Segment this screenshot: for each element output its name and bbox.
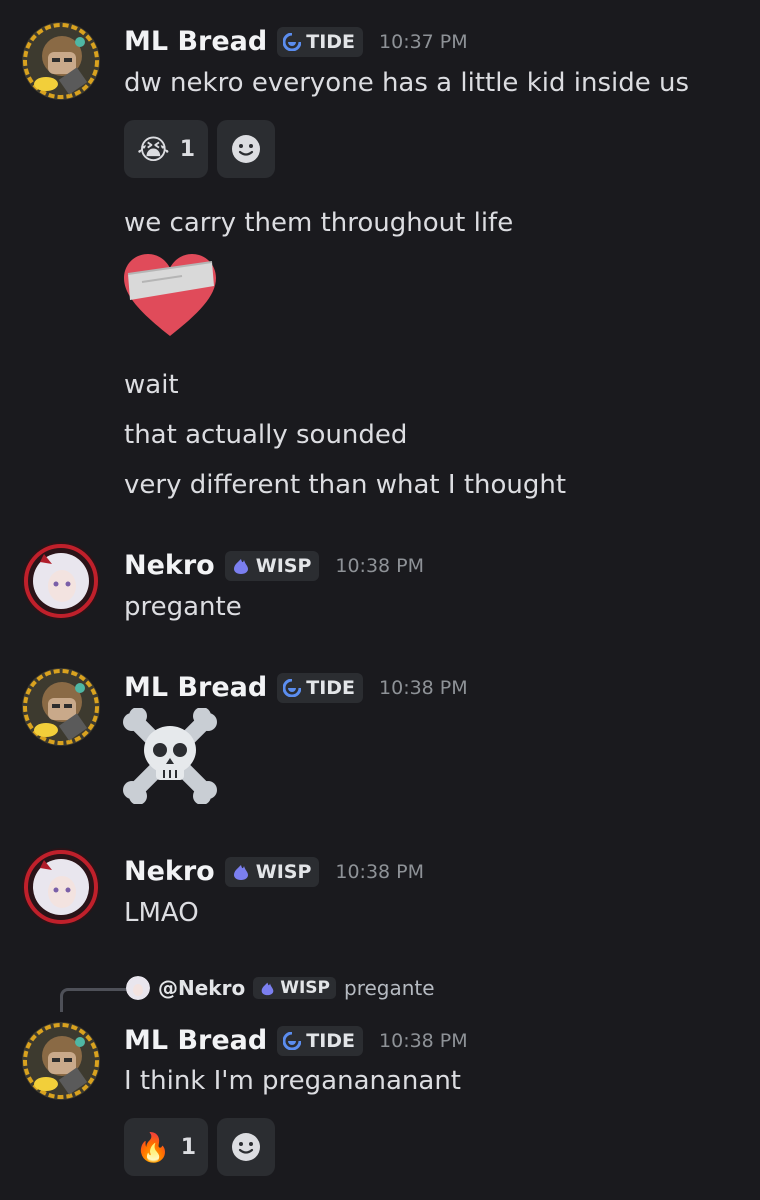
message-text: pregante [124,592,242,622]
smiley-icon [232,135,260,163]
tide-icon [283,1031,302,1050]
message-text: dw nekro everyone has a little kid insid… [124,68,690,98]
avatar-nekro[interactable] [22,848,100,926]
tide-icon [283,678,302,697]
author-name[interactable]: ML Bread [124,672,267,703]
message-text: that actually sounded [124,420,408,450]
timestamp: 10:38 PM [379,676,468,699]
reaction-count: 1 [179,136,196,162]
clan-tag[interactable]: TIDE [277,672,364,703]
loudly-crying-emoji-icon: 😭 [136,132,170,166]
reply-preview[interactable]: @Nekro WISP pregante [126,976,435,1000]
reply-avatar [126,976,150,1000]
reaction-count: 1 [180,1134,197,1160]
timestamp: 10:38 PM [335,554,425,577]
wisp-icon [233,558,248,574]
author-name[interactable]: ML Bread [124,26,267,57]
message-text: wait [124,370,179,400]
timestamp: 10:38 PM [379,1029,468,1052]
clan-tag[interactable]: WISP [224,856,320,887]
author-name[interactable]: Nekro [124,550,215,581]
avatar-ml-bread[interactable] [22,22,100,100]
reaction-button[interactable]: 🔥 1 [124,1118,208,1176]
reaction-button[interactable]: 😭 1 [124,120,208,178]
reply-clan-tag: WISP [253,977,336,999]
tide-icon [283,32,302,51]
avatar-nekro[interactable] [22,542,100,620]
skull-crossbones-emoji-icon [122,707,218,808]
fire-emoji-icon: 🔥 [135,1130,171,1164]
reply-text: pregante [344,976,435,1000]
wisp-icon [261,982,274,995]
author-name[interactable]: ML Bread [124,1025,267,1056]
author-name[interactable]: Nekro [124,856,215,887]
add-reaction-button[interactable] [217,120,275,178]
timestamp: 10:37 PM [379,30,468,53]
message-text: LMAO [124,898,199,928]
timestamp: 10:38 PM [335,860,425,883]
smiley-icon [232,1133,260,1161]
bandaged-heart-emoji-icon [122,252,218,344]
reply-connector [60,988,128,1012]
message-text: we carry them throughout life [124,208,514,238]
wisp-icon [233,864,248,880]
message-text: very different than what I thought [124,470,567,500]
clan-tag[interactable]: TIDE [277,1025,364,1056]
clan-tag[interactable]: WISP [224,550,320,581]
add-reaction-button[interactable] [217,1118,275,1176]
reply-mention[interactable]: @Nekro [158,976,245,1000]
message-text: I think I'm preganananant [124,1066,461,1096]
clan-tag[interactable]: TIDE [277,26,364,57]
avatar-ml-bread[interactable] [22,668,100,746]
avatar-ml-bread[interactable] [22,1022,100,1100]
